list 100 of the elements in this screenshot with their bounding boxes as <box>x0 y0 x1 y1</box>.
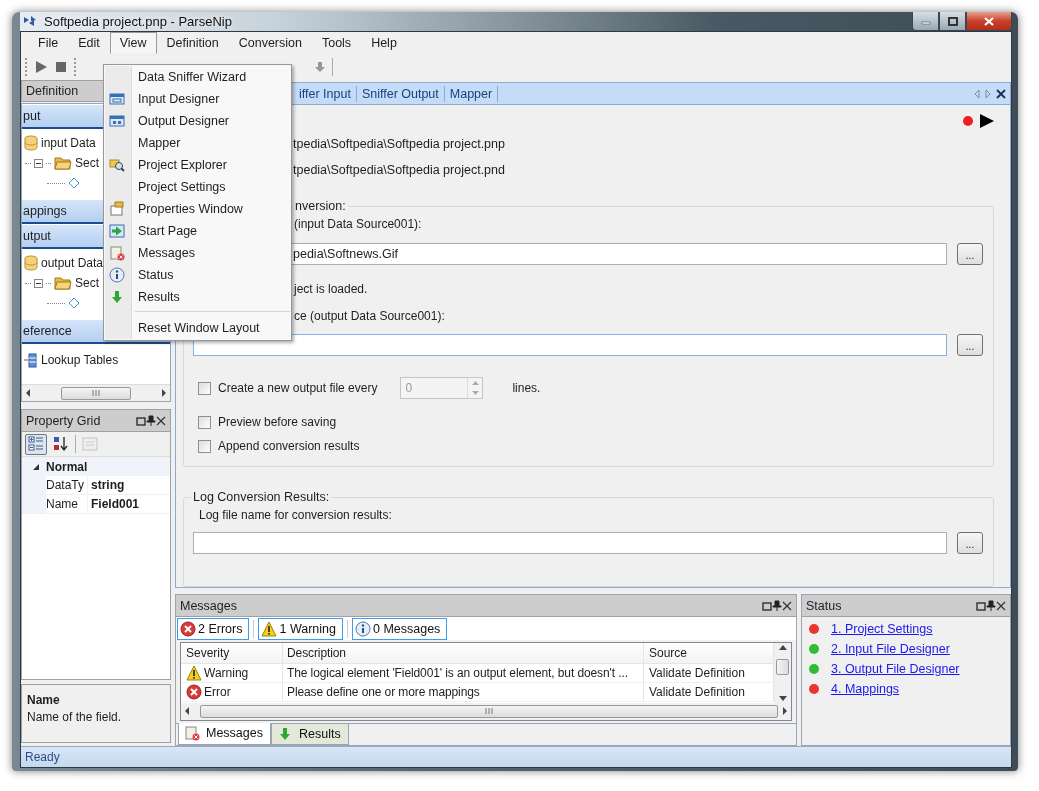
close-icon[interactable] <box>156 415 166 426</box>
float-window-icon[interactable] <box>762 600 772 611</box>
grip-icon <box>485 708 493 715</box>
browse-button[interactable]: ... <box>957 532 983 554</box>
property-name[interactable]: Name <box>46 495 88 513</box>
collapse-toggle[interactable] <box>34 278 43 288</box>
arrow-right-icon[interactable] <box>161 389 167 397</box>
property-value[interactable]: string <box>88 476 170 494</box>
property-name[interactable]: DataTy <box>46 476 88 494</box>
field-label: (input Data Source001): <box>294 217 422 231</box>
checkbox-label[interactable]: Append conversion results <box>218 439 360 453</box>
description-text: Name of the field. <box>27 710 122 724</box>
status-link[interactable]: 3. Output File Designer <box>831 662 960 676</box>
pin-icon[interactable] <box>772 600 782 611</box>
menu-item[interactable]: Edit <box>68 32 110 54</box>
document-tab[interactable]: iffer Input <box>294 85 357 102</box>
error-icon <box>180 620 196 637</box>
vertical-scrollbar[interactable] <box>774 643 791 703</box>
stop-icon[interactable] <box>54 60 68 74</box>
panel-tab[interactable]: Messages <box>178 722 271 745</box>
checkbox-label[interactable]: Preview before saving <box>218 415 337 429</box>
panel-title: Definition <box>26 84 79 98</box>
maximize-button[interactable] <box>939 12 966 31</box>
column-header[interactable]: Description <box>283 643 644 664</box>
horizontal-scrollbar[interactable] <box>22 384 170 401</box>
arrow-right-icon[interactable] <box>782 707 788 716</box>
status-link[interactable]: 4. Mappings <box>831 682 900 696</box>
close-icon[interactable] <box>782 600 792 611</box>
float-window-icon[interactable] <box>976 600 986 611</box>
checkbox[interactable] <box>198 415 211 429</box>
menu-item[interactable]: Definition <box>156 32 229 54</box>
database-icon <box>24 135 38 151</box>
arrow-left-icon[interactable] <box>25 389 31 397</box>
horizontal-scrollbar[interactable] <box>181 702 791 720</box>
window-title: Softpedia project.pnp - ParseNip <box>44 14 233 29</box>
scroll-thumb[interactable] <box>200 704 778 718</box>
arrow-down-icon[interactable] <box>778 695 787 701</box>
play-icon[interactable] <box>980 114 994 128</box>
float-window-icon[interactable] <box>136 415 146 426</box>
menu-item[interactable]: Tools <box>311 32 362 54</box>
menu-item[interactable]: Project Explorer <box>105 154 290 176</box>
browse-button[interactable]: ... <box>957 243 983 265</box>
toolbar-button[interactable] <box>25 433 47 455</box>
close-button[interactable] <box>966 12 1012 31</box>
input-field[interactable] <box>193 532 947 554</box>
filter-button[interactable]: 0 Messages <box>351 617 448 640</box>
diamond-icon[interactable] <box>68 297 80 309</box>
arrow-left-icon[interactable] <box>184 707 190 716</box>
database-icon <box>24 255 38 271</box>
pin-icon[interactable] <box>146 415 156 426</box>
section-title: eference <box>23 324 72 338</box>
tree-item[interactable]: output Data <box>41 256 104 270</box>
tree-item[interactable]: input Data <box>41 136 96 150</box>
folder-icon <box>54 276 72 290</box>
tree-item[interactable]: Sect <box>75 156 99 170</box>
menu-item[interactable]: Help <box>361 32 407 54</box>
menu-item[interactable]: Conversion <box>228 32 312 54</box>
warning-icon <box>186 665 202 682</box>
scroll-thumb[interactable] <box>776 658 789 675</box>
menu-item[interactable]: File <box>28 32 69 54</box>
menu-item[interactable]: Project Settings <box>105 176 290 198</box>
close-icon[interactable] <box>996 88 1006 99</box>
folder-icon <box>54 156 72 170</box>
browse-button[interactable]: ... <box>957 334 983 356</box>
menu-item[interactable]: Status <box>105 264 290 286</box>
menu-item[interactable]: Results <box>105 286 290 308</box>
sort-icon <box>53 436 69 452</box>
pin-icon[interactable] <box>986 600 996 611</box>
input-field[interactable] <box>193 334 947 356</box>
group-title: Log Conversion Results: <box>191 490 332 506</box>
collapse-toggle[interactable] <box>34 158 43 168</box>
list-item[interactable]: Lookup Tables <box>41 353 119 367</box>
arrow-up-icon[interactable] <box>778 645 787 651</box>
filter-button[interactable]: 2 Errors <box>177 617 250 640</box>
menu-item[interactable]: View <box>109 32 157 54</box>
menu-item[interactable]: Data Sniffer Wizard <box>105 66 290 88</box>
filter-button[interactable]: 1 Warning <box>258 617 343 640</box>
panel-tab[interactable]: Results <box>271 723 349 745</box>
table-cell: The logical element 'Field001' is an output element, but doesn't ... <box>283 664 644 683</box>
file-path: tpedia\Softpedia\Softpedia project.pnd <box>293 163 505 177</box>
document-tab[interactable]: Sniffer Output <box>356 85 445 102</box>
menu-item[interactable]: Mapper <box>105 132 290 154</box>
minimize-button[interactable] <box>912 12 939 31</box>
document-tab[interactable]: Mapper <box>444 85 499 102</box>
collapse-toggle[interactable] <box>32 462 40 471</box>
status-link[interactable]: 1. Project Settings <box>831 622 933 636</box>
start-page-icon <box>109 223 125 239</box>
field-label: ject is loaded. <box>294 282 368 296</box>
status-link[interactable]: 2. Input File Designer <box>831 642 950 656</box>
record-icon[interactable] <box>963 116 973 126</box>
scroll-thumb[interactable] <box>61 386 131 400</box>
arrow-down-icon <box>109 289 125 305</box>
checkbox[interactable] <box>198 439 211 453</box>
property-value[interactable]: Field001 <box>88 495 170 513</box>
triangle-down-icon <box>32 462 40 471</box>
field-label: lines. <box>512 381 541 395</box>
column-header[interactable]: Severity <box>181 643 283 664</box>
diamond-icon[interactable] <box>68 177 80 189</box>
close-icon[interactable] <box>996 600 1006 611</box>
tree-item[interactable]: Sect <box>75 276 99 290</box>
